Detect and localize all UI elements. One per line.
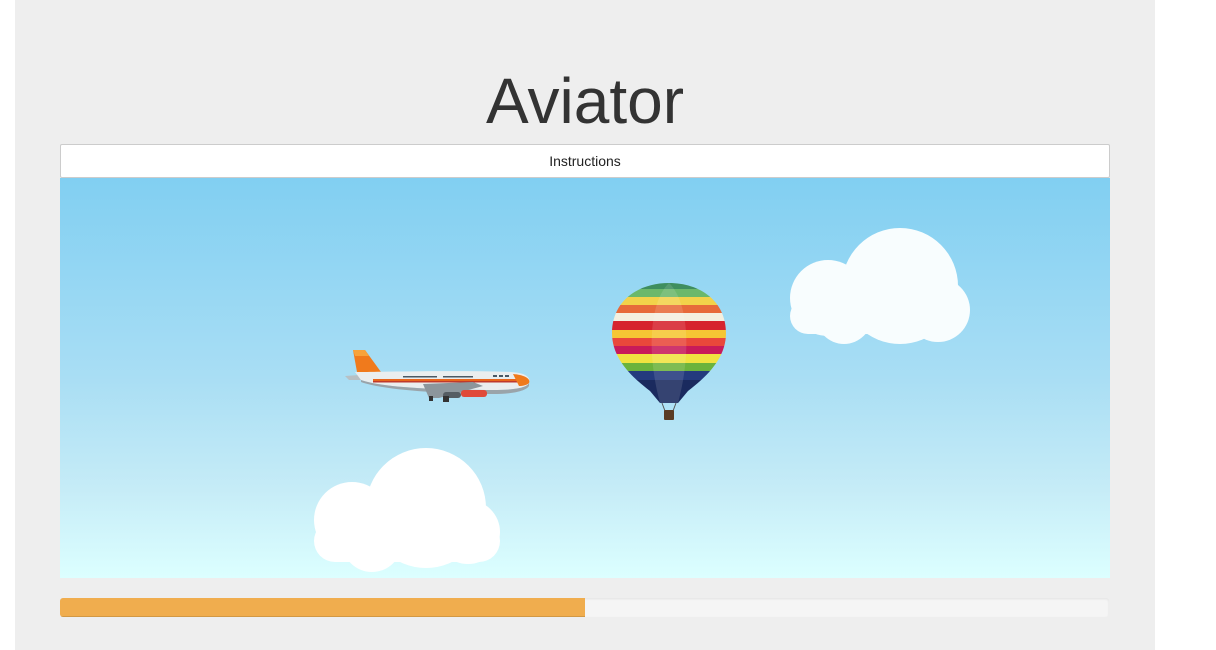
game-canvas[interactable] xyxy=(60,178,1110,578)
progress-bar xyxy=(60,598,1109,617)
hot-air-balloon-icon xyxy=(612,283,726,420)
progress-bar-fill xyxy=(60,598,585,617)
airplane-icon xyxy=(345,350,530,402)
cloud-icon xyxy=(314,448,500,572)
page-title: Aviator xyxy=(485,65,685,137)
app-panel: Aviator Instructions xyxy=(15,0,1155,650)
cloud-icon xyxy=(790,228,970,344)
instructions-button[interactable]: Instructions xyxy=(60,144,1110,178)
